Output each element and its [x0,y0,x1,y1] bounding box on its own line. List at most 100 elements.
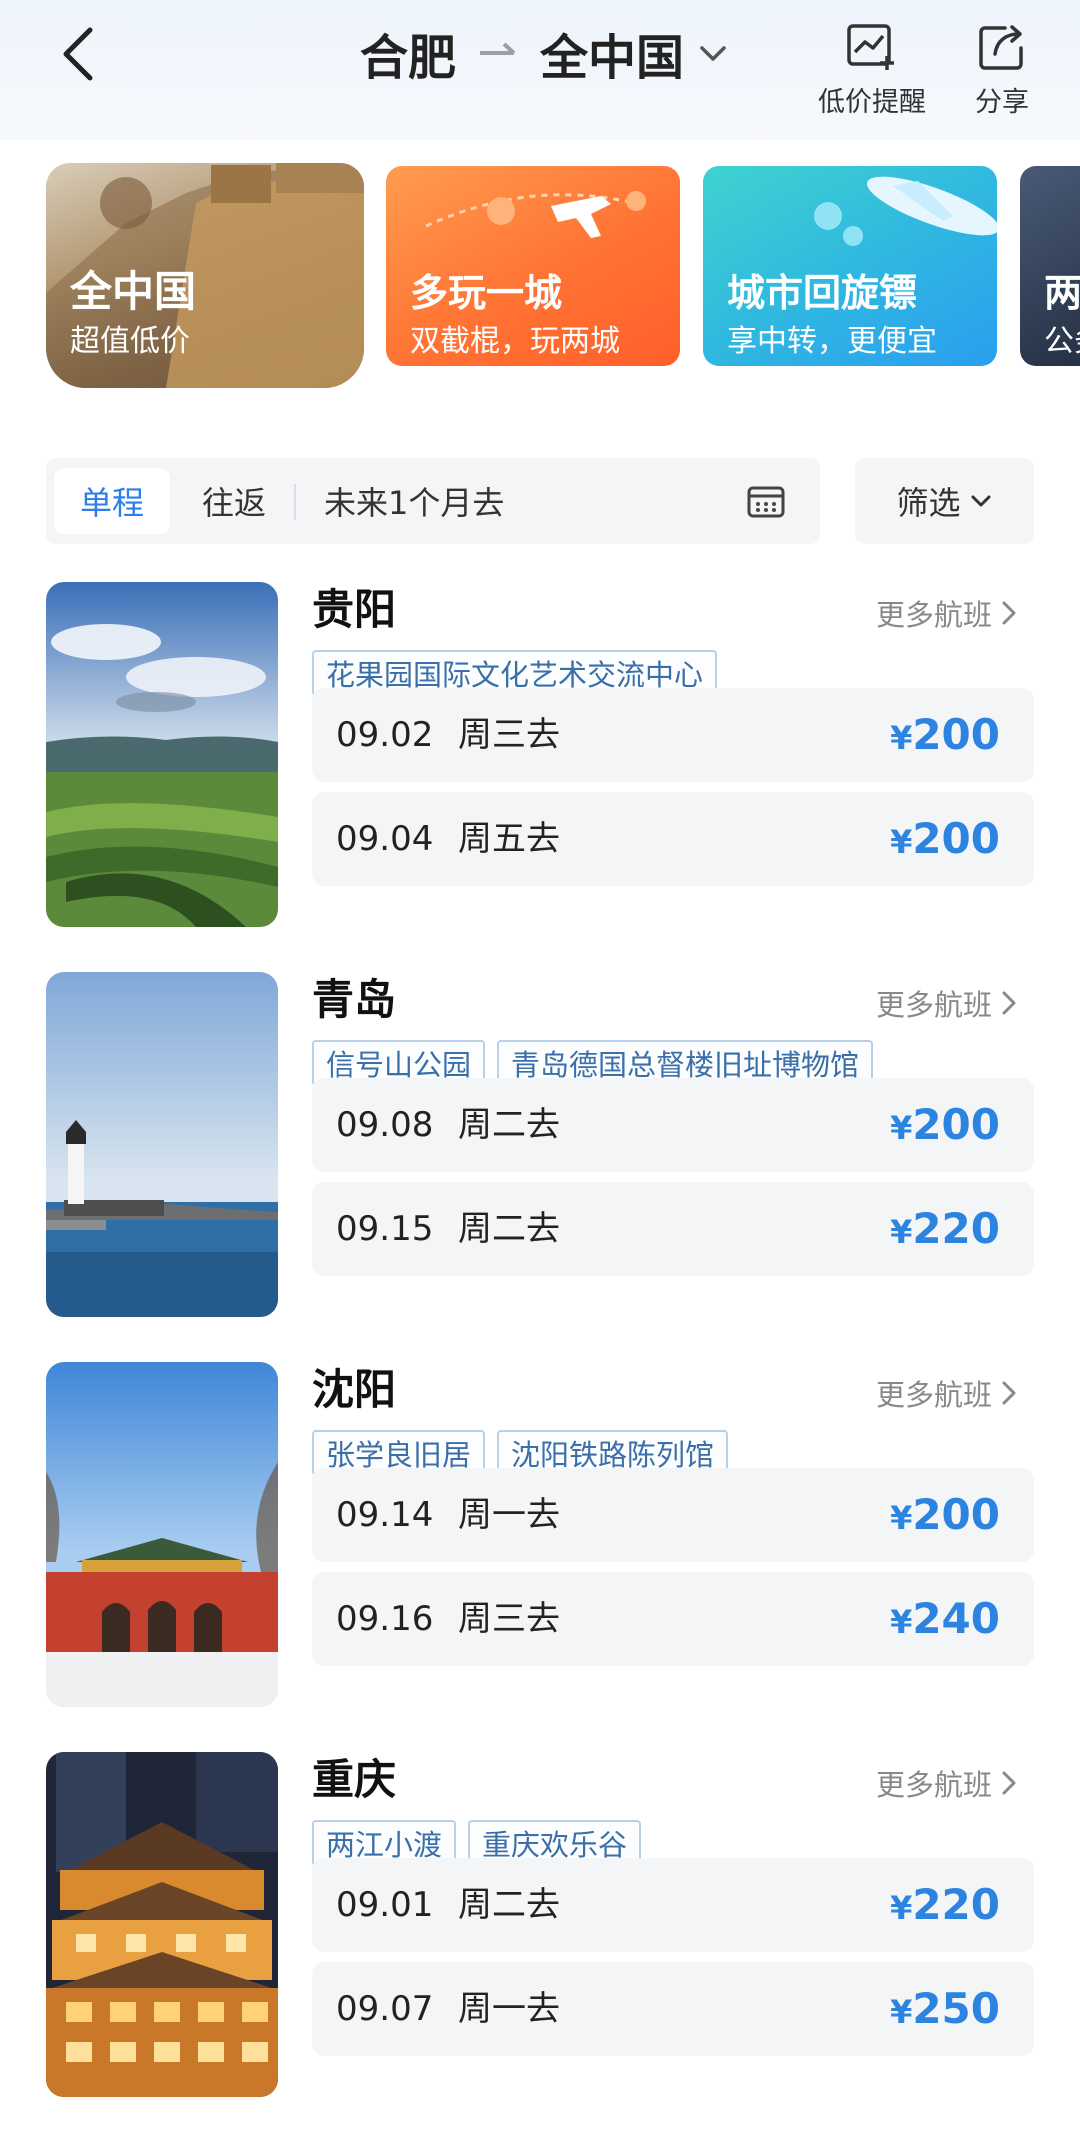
promo-subtitle: 双截棍，玩两城 [410,324,620,359]
chevron-down-icon [700,46,726,61]
destination-card-shenyang[interactable]: 沈阳 更多航班 张学良旧居 沈阳铁路陈列馆 09.14 周一去 ¥200 09.… [0,1362,1080,1707]
price-alert-label: 低价提醒 [818,87,926,118]
currency-symbol: ¥ [890,1603,913,1641]
promo-subtitle: 超值低价 [70,324,190,359]
flight-weekday: 周三去 [458,1599,560,1639]
price-amount: 250 [912,1984,1000,2033]
filter-button[interactable]: 筛选 [855,458,1034,544]
more-flights-link[interactable]: 更多航班 [876,1762,1018,1804]
currency-symbol: ¥ [890,1889,913,1927]
flight-weekday: 周二去 [458,1885,560,1925]
destination-city: 全中国 [540,30,685,86]
chevron-right-icon [1002,1771,1016,1795]
flight-price: ¥220 [890,1858,1000,1961]
flight-weekday: 周二去 [458,1209,560,1249]
flight-price: ¥250 [890,1962,1000,2065]
promo-title: 两 [1044,271,1080,315]
route-arrow-icon [480,42,516,55]
destination-card-guiyang[interactable]: 贵阳 更多航班 花果园国际文化艺术交流中心 09.02 周三去 ¥200 09.… [0,582,1080,927]
flight-date: 09.16 [336,1599,434,1639]
price-amount: 200 [912,814,1000,863]
city-name: 贵阳 [312,585,397,634]
more-flights-label: 更多航班 [876,988,993,1022]
promo-title: 城市回旋镖 [727,271,918,315]
chevron-right-icon [1002,991,1016,1015]
share-label: 分享 [975,87,1029,118]
more-flights-link[interactable]: 更多航班 [876,592,1018,634]
promo-card-partial[interactable]: 两 公务 [1020,166,1080,366]
flight-option[interactable]: 09.07 周一去 ¥250 [312,1962,1034,2056]
destination-card-qingdao[interactable]: 青岛 更多航班 信号山公园 青岛德国总督楼旧址博物馆 09.08 周二去 ¥20… [0,972,1080,1317]
chevron-right-icon [1002,601,1016,625]
promo-carousel[interactable]: 全中国 超值低价 多玩一城 双截棍，玩两城 城市回旋镖 享中转，更便宜 两 公务 [0,138,1080,398]
price-amount: 220 [912,1204,1000,1253]
price-alert-button[interactable]: 低价提醒 [818,22,926,119]
flight-option[interactable]: 09.15 周二去 ¥220 [312,1182,1034,1276]
flight-date: 09.02 [336,715,434,755]
flight-option[interactable]: 09.01 周二去 ¥220 [312,1858,1034,1952]
price-amount: 200 [912,1490,1000,1539]
route-selector[interactable]: 合肥 全中国 [360,18,730,88]
currency-symbol: ¥ [890,823,913,861]
share-button[interactable]: 分享 [975,22,1029,119]
promo-subtitle: 享中转，更便宜 [727,324,937,359]
price-amount: 200 [912,710,1000,759]
promo-subtitle: 公务 [1044,324,1080,359]
more-flights-label: 更多航班 [876,1768,993,1802]
flight-date: 09.08 [336,1105,434,1145]
flight-date: 09.15 [336,1209,434,1249]
flight-option[interactable]: 09.14 周一去 ¥200 [312,1468,1034,1562]
promo-title: 多玩一城 [410,271,563,315]
flight-weekday: 周二去 [458,1105,560,1145]
flight-weekday: 周三去 [458,715,560,755]
flight-option[interactable]: 09.16 周三去 ¥240 [312,1572,1034,1666]
flight-price: ¥220 [890,1182,1000,1285]
tab-one-way[interactable]: 单程 [54,468,170,534]
destination-photo[interactable] [46,1752,278,2097]
destination-photo[interactable] [46,582,278,927]
currency-symbol: ¥ [890,1993,913,2031]
filter-label: 筛选 [896,484,961,522]
flight-option[interactable]: 09.02 周三去 ¥200 [312,688,1034,782]
price-amount: 200 [912,1100,1000,1149]
more-flights-link[interactable]: 更多航班 [876,1372,1018,1414]
flight-weekday: 周五去 [458,819,560,859]
flight-date: 09.01 [336,1885,434,1925]
chevron-left-icon [63,27,93,81]
city-name: 重庆 [312,1755,397,1804]
date-range-selector[interactable]: 未来1个月去 [324,468,504,534]
currency-symbol: ¥ [890,719,913,757]
flight-date: 09.04 [336,819,434,859]
flight-option[interactable]: 09.04 周五去 ¥200 [312,792,1034,886]
trip-filter-bar: 单程 往返 未来1个月去 [46,458,820,544]
flight-price: ¥200 [890,792,1000,895]
flight-option[interactable]: 09.08 周二去 ¥200 [312,1078,1034,1172]
city-name: 沈阳 [312,1365,397,1414]
flight-price: ¥200 [890,1078,1000,1181]
flight-price: ¥200 [890,688,1000,791]
promo-card-extra-city[interactable]: 多玩一城 双截棍，玩两城 [386,166,680,366]
destination-photo[interactable] [46,972,278,1317]
share-icon [979,25,1023,70]
destination-photo[interactable] [46,1362,278,1707]
tab-round-trip[interactable]: 往返 [186,468,282,534]
terraced-hills-image [46,582,278,927]
more-flights-link[interactable]: 更多航班 [876,982,1018,1024]
currency-symbol: ¥ [890,1499,913,1537]
back-button[interactable] [50,18,110,88]
destination-card-chongqing[interactable]: 重庆 更多航班 两江小渡 重庆欢乐谷 09.01 周二去 ¥220 09.07 … [0,1752,1080,2097]
night-buildings-image [46,1752,278,2097]
flight-price: ¥200 [890,1468,1000,1571]
city-name: 青岛 [312,975,397,1024]
palace-gate-image [46,1362,278,1707]
promo-card-all-china[interactable]: 全中国 超值低价 [46,163,364,388]
origin-city: 合肥 [360,30,457,86]
header-bar: 合肥 全中国 低价提醒 分享 [0,0,1080,140]
calendar-icon[interactable] [746,482,786,520]
flight-price: ¥240 [890,1572,1000,1675]
price-amount: 220 [912,1880,1000,1929]
promo-title: 全中国 [70,267,197,316]
more-flights-label: 更多航班 [876,1378,993,1412]
currency-symbol: ¥ [890,1109,913,1147]
promo-card-city-boomerang[interactable]: 城市回旋镖 享中转，更便宜 [703,166,997,366]
